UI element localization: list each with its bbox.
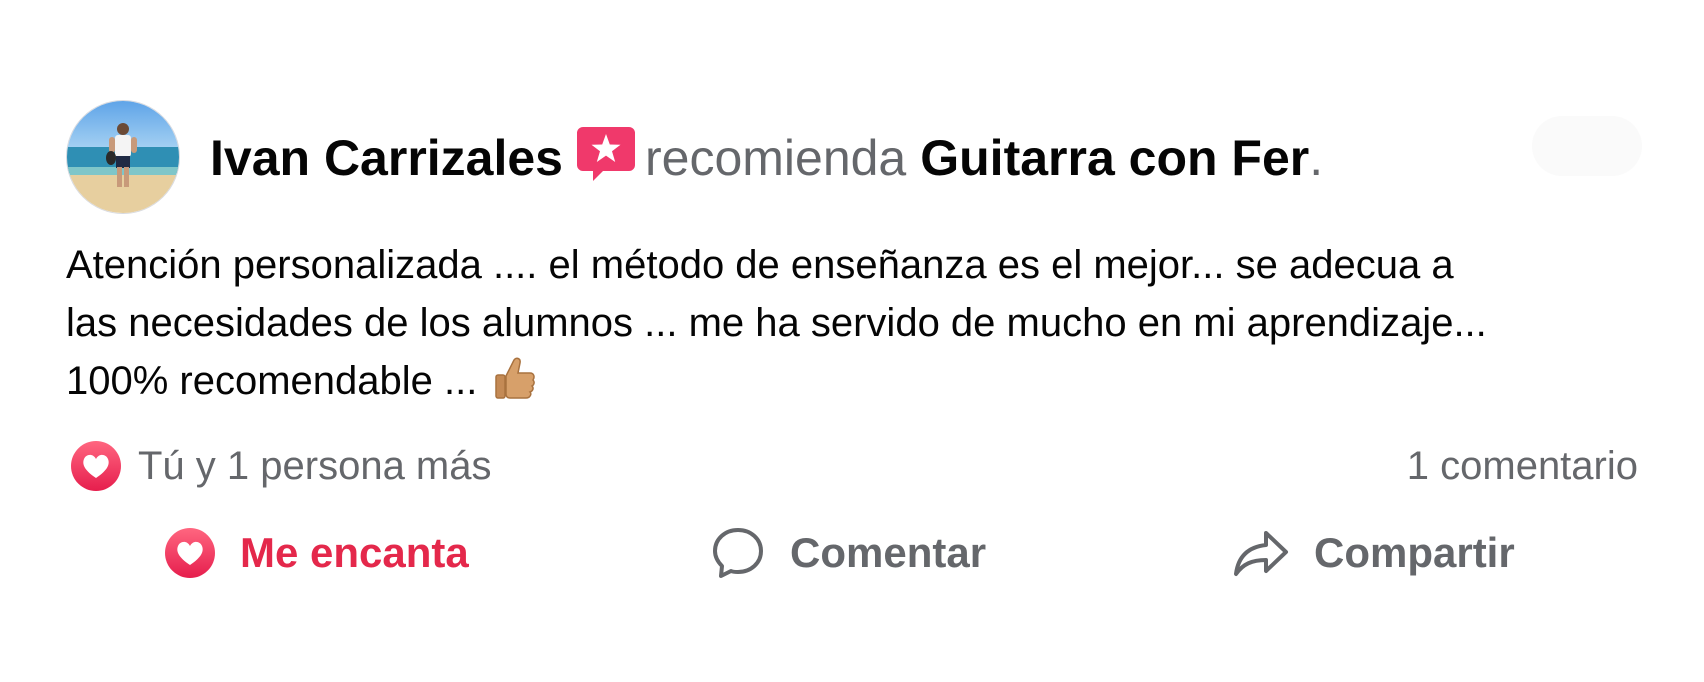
reaction-summary-text: Tú y 1 persona más: [138, 444, 492, 488]
author-name[interactable]: Ivan Carrizales: [210, 128, 563, 188]
comment-button-label: Comentar: [790, 529, 987, 576]
share-button-label: Compartir: [1314, 529, 1515, 576]
review-line-3: 100% recomendable ...: [66, 359, 489, 403]
review-post: Ivan Carrizales recomienda Guitarra con …: [0, 0, 1704, 682]
love-button-label: Me encanta: [240, 529, 469, 576]
header-period: .: [1309, 130, 1324, 186]
comment-button[interactable]: Comentar: [710, 518, 986, 588]
love-button[interactable]: Me encanta: [164, 518, 469, 588]
review-line-2: las necesidades de los alumnos ... me ha…: [66, 301, 1487, 345]
comment-bubble-icon: [713, 528, 763, 578]
share-arrow-icon: [1234, 531, 1288, 576]
heart-reaction-icon: [71, 441, 121, 491]
review-line-1: Atención personalizada .... el método de…: [66, 243, 1454, 287]
comment-count[interactable]: 1 comentario: [1407, 438, 1638, 494]
page-name[interactable]: Guitarra con Fer: [920, 128, 1309, 188]
review-text: Atención personalizada .... el método de…: [66, 236, 1666, 416]
recommend-verb: recomienda: [644, 130, 907, 186]
action-bar: Me encanta Comentar Compartir: [0, 518, 1704, 588]
thumbs-up-emoji-icon: [494, 356, 536, 416]
more-options-area[interactable]: [1532, 116, 1642, 176]
reactions-summary[interactable]: Tú y 1 persona más: [70, 438, 492, 494]
recommendation-icon: [575, 123, 637, 185]
heart-icon: [165, 528, 215, 578]
avatar[interactable]: [66, 100, 180, 214]
share-button[interactable]: Compartir: [1232, 518, 1515, 588]
post-header: Ivan Carrizales recomienda Guitarra con …: [210, 127, 1324, 188]
